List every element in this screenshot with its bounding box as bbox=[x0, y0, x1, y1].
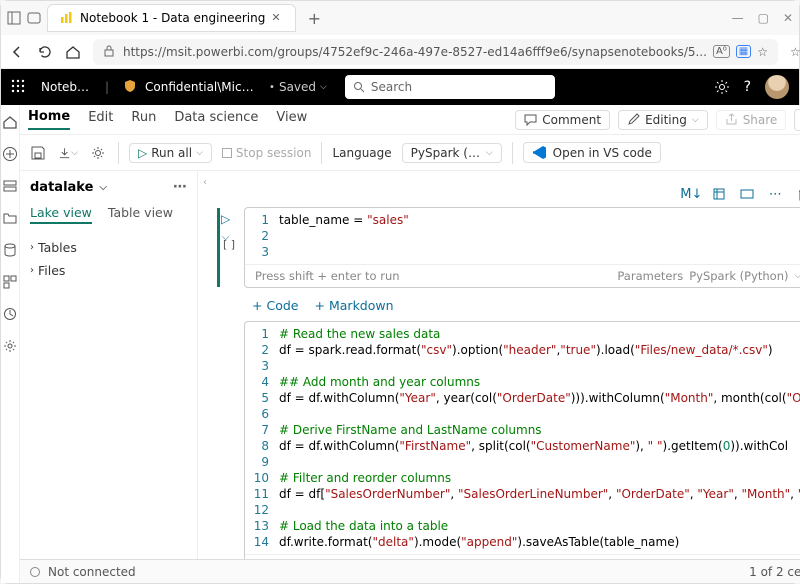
cell-params[interactable]: Parameters bbox=[617, 269, 683, 283]
sensitivity-label[interactable]: Confidential\Micros... bbox=[123, 79, 255, 95]
connection-dot-icon bbox=[30, 567, 40, 577]
help-icon[interactable]: ? bbox=[744, 79, 751, 95]
cell-more-icon[interactable]: ⋯ bbox=[766, 185, 784, 203]
markdown-toggle-icon[interactable]: M↓ bbox=[682, 185, 700, 203]
global-search[interactable]: Search bbox=[345, 75, 555, 99]
address-bar: https://msit.powerbi.com/groups/4752ef9c… bbox=[1, 35, 799, 69]
url-text: https://msit.powerbi.com/groups/4752ef9c… bbox=[123, 45, 707, 59]
tab-run[interactable]: Run bbox=[131, 110, 156, 129]
tab-edit[interactable]: Edit bbox=[88, 110, 113, 129]
comment-button[interactable]: Comment bbox=[515, 110, 610, 130]
status-bar: Not connected 1 of 2 cells bbox=[20, 559, 800, 583]
output-toggle-icon[interactable] bbox=[738, 185, 756, 203]
fabric-header: Noteboo... | Confidential\Micros... •Sav… bbox=[1, 69, 799, 105]
tab-title: Notebook 1 - Data engineering bbox=[80, 11, 265, 25]
freeze-icon[interactable] bbox=[710, 185, 728, 203]
insert-markdown-button[interactable]: +Markdown bbox=[315, 298, 394, 313]
run-hint: Press shift + enter to run bbox=[255, 269, 400, 283]
fav-star-icon[interactable]: ☆ bbox=[790, 45, 800, 59]
rail-settings-icon[interactable] bbox=[1, 337, 19, 355]
table-view-tab[interactable]: Table view bbox=[108, 205, 173, 224]
rail-data-icon[interactable] bbox=[1, 241, 19, 259]
connection-status: Not connected bbox=[48, 565, 136, 579]
share-button[interactable]: Share bbox=[716, 110, 787, 130]
maximize-icon[interactable]: ▢ bbox=[758, 11, 769, 25]
tree-tables[interactable]: ›Tables bbox=[30, 236, 187, 259]
notebook-title[interactable]: Noteboo... bbox=[41, 80, 91, 94]
browser-tab[interactable]: Notebook 1 - Data engineering ✕ bbox=[47, 4, 296, 32]
tab-view[interactable]: View bbox=[276, 110, 307, 129]
notebook-canvas: M↓ ⋯ ▷ ⌵ [ ] 1table_name = "sales"23 Pre bbox=[212, 171, 800, 559]
translate-icon[interactable]: ▦ bbox=[736, 45, 751, 58]
save-icon[interactable] bbox=[28, 143, 48, 163]
download-icon[interactable]: ⌵ bbox=[58, 143, 78, 163]
home-icon[interactable] bbox=[65, 43, 81, 61]
datasource-name[interactable]: datalake⌵ ⋯ bbox=[30, 179, 187, 195]
url-input[interactable]: https://msit.powerbi.com/groups/4752ef9c… bbox=[93, 39, 778, 65]
rail-home-icon[interactable] bbox=[1, 113, 19, 131]
back-icon[interactable] bbox=[9, 43, 25, 61]
code-cell[interactable]: [ ] 1# Read the new sales data2df = spar… bbox=[244, 321, 800, 559]
tab-home[interactable]: Home bbox=[28, 109, 70, 130]
reader-icon[interactable]: A⁰ bbox=[713, 45, 730, 58]
powerbi-icon bbox=[58, 10, 74, 26]
rail-app-icon[interactable] bbox=[1, 273, 19, 291]
close-tab-icon[interactable]: ✕ bbox=[271, 11, 285, 25]
sidebar-toggle-icon[interactable] bbox=[7, 11, 21, 25]
lock-icon bbox=[103, 45, 117, 59]
panel-resize-handle[interactable]: ‹ bbox=[198, 171, 212, 559]
close-window-icon[interactable]: ✕ bbox=[783, 11, 793, 25]
search-icon bbox=[353, 81, 365, 93]
app-launcher-icon[interactable] bbox=[11, 79, 27, 95]
run-all-button[interactable]: ▷Run all⌵ bbox=[129, 143, 212, 163]
stop-session-button[interactable]: Stop session bbox=[222, 146, 312, 160]
editing-mode-button[interactable]: Editing⌵ bbox=[618, 110, 708, 130]
run-cell-icon[interactable]: ▷ bbox=[221, 212, 230, 226]
divider: | bbox=[105, 80, 109, 94]
copilot-icon[interactable] bbox=[794, 109, 800, 131]
left-nav-rail bbox=[1, 105, 20, 583]
lakehouse-explorer: datalake⌵ ⋯ Lake view Table view ›Tables… bbox=[20, 171, 198, 559]
minimize-icon[interactable]: — bbox=[732, 11, 744, 25]
code-cell[interactable]: ▷ ⌵ [ ] 1table_name = "sales"23 Press sh… bbox=[244, 207, 800, 288]
user-avatar[interactable] bbox=[765, 75, 789, 99]
chevron-down-icon[interactable]: ⌵ bbox=[796, 143, 800, 163]
rail-folder-icon[interactable] bbox=[1, 209, 19, 227]
cell-lang[interactable]: PySpark (Python) bbox=[689, 269, 788, 283]
more-icon[interactable]: ⋯ bbox=[173, 179, 187, 195]
workspaces-icon[interactable] bbox=[27, 11, 41, 25]
insert-code-button[interactable]: +Code bbox=[252, 298, 299, 313]
open-vscode-button[interactable]: Open in VS code bbox=[523, 142, 661, 163]
tree-files[interactable]: ›Files bbox=[30, 259, 187, 282]
cell-count: 1 of 2 cells bbox=[749, 565, 800, 579]
vscode-icon bbox=[532, 145, 547, 160]
rail-monitor-icon[interactable] bbox=[1, 305, 19, 323]
new-tab-button[interactable]: + bbox=[302, 6, 326, 30]
tab-data-science[interactable]: Data science bbox=[174, 110, 258, 129]
rail-add-icon[interactable] bbox=[1, 145, 19, 163]
settings-icon[interactable] bbox=[714, 79, 730, 95]
favorite-icon[interactable]: ☆ bbox=[757, 45, 768, 59]
ribbon: Home Edit Run Data science View Comment … bbox=[20, 105, 800, 135]
lake-view-tab[interactable]: Lake view bbox=[30, 205, 92, 224]
notebook-toolbar: ⌵ ▷Run all⌵ Stop session Language PySpar… bbox=[20, 135, 800, 171]
cell-output-bracket: [ ] bbox=[223, 238, 235, 251]
rail-browse-icon[interactable] bbox=[1, 177, 19, 195]
gear-icon[interactable] bbox=[88, 143, 108, 163]
delete-cell-icon[interactable] bbox=[794, 185, 800, 203]
language-select[interactable]: PySpark (Pytho...⌵ bbox=[402, 143, 502, 163]
browser-tab-strip: Notebook 1 - Data engineering ✕ + — ▢ ✕ bbox=[1, 1, 799, 35]
save-status: •Saved⌵ bbox=[269, 80, 327, 94]
shield-icon bbox=[123, 79, 139, 95]
refresh-icon[interactable] bbox=[37, 43, 53, 61]
language-label: Language bbox=[332, 146, 391, 160]
